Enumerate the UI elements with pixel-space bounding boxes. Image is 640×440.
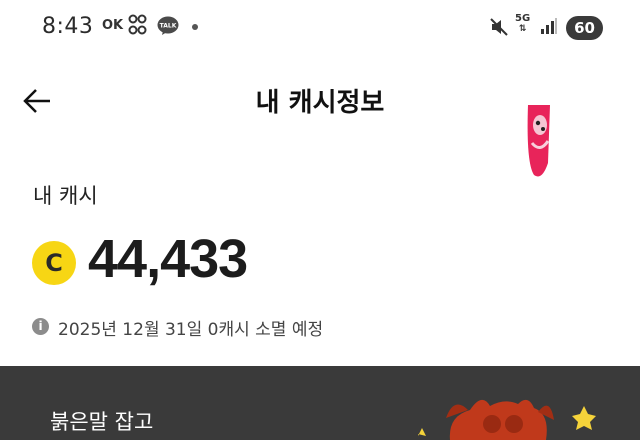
battery-indicator: 60 <box>566 16 603 40</box>
ok-cashbag-icon: OK <box>102 18 124 33</box>
data-arrows-icon: ⇅ <box>518 24 527 34</box>
status-bar: 8:43 OK TALK 5G ⇅ 60 <box>0 0 640 56</box>
kakaotalk-icon: TALK <box>157 16 179 35</box>
promo-sticker-icon[interactable] <box>522 103 552 183</box>
coin-symbol: C <box>45 249 63 277</box>
cash-label: 내 캐시 <box>33 184 98 208</box>
signal-strength-icon <box>541 18 557 34</box>
cash-balance: 44,433 <box>88 229 248 289</box>
event-banner[interactable]: 붉은말 잡고 <box>0 366 640 440</box>
info-icon: i <box>32 318 49 335</box>
network-5g-icon: 5G ⇅ <box>515 13 531 35</box>
expiration-notice: 2025년 12월 31일 0캐시 소멸 예정 <box>58 320 324 340</box>
app-grid-icon <box>128 14 147 35</box>
network-label: 5G <box>515 13 531 24</box>
vibrate-mute-icon <box>490 18 508 36</box>
banner-title: 붉은말 잡고 <box>50 410 154 434</box>
talk-label: TALK <box>160 23 177 30</box>
red-horse-mascot-icon <box>418 399 596 440</box>
cash-coin-icon: C <box>32 241 76 285</box>
status-time: 8:43 <box>42 14 94 39</box>
notification-dot-icon <box>192 24 198 30</box>
